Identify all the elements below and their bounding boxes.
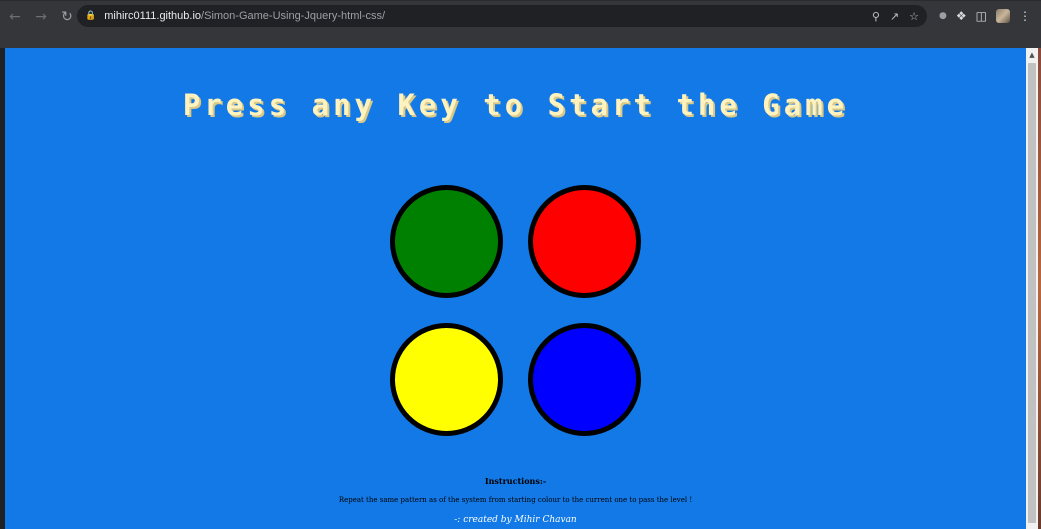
- share-icon[interactable]: ↗: [890, 10, 899, 23]
- star-icon[interactable]: ☆: [909, 10, 919, 23]
- blue-button[interactable]: [528, 323, 641, 436]
- url-path: /Simon-Game-Using-Jquery-html-css/: [201, 10, 386, 22]
- lock-icon[interactable]: 🔒: [85, 11, 96, 21]
- yellow-button[interactable]: [390, 323, 503, 436]
- address-bar[interactable]: 🔒 mihirc0111.github.io /Simon-Game-Using…: [77, 5, 927, 27]
- side-panel-icon[interactable]: ◫: [976, 9, 987, 23]
- scroll-up-arrow-icon[interactable]: ▲: [1026, 48, 1038, 62]
- reload-icon[interactable]: ↻: [56, 6, 78, 28]
- address-bar-actions: ⚲ ↗ ☆: [872, 5, 919, 27]
- green-button[interactable]: [390, 185, 503, 298]
- red-button[interactable]: [528, 185, 641, 298]
- zoom-icon[interactable]: ⚲: [872, 10, 880, 23]
- instructions-text: Repeat the same pattern as of the system…: [338, 496, 693, 504]
- puzzle-icon[interactable]: ❖: [956, 9, 967, 23]
- back-arrow-icon[interactable]: ←: [4, 6, 26, 28]
- credit-text: -: created by Mihir Chavan: [454, 515, 577, 525]
- scroll-thumb[interactable]: [1028, 63, 1036, 523]
- page-viewport: Press any Key to Start the Game Instruct…: [5, 48, 1026, 529]
- level-title: Press any Key to Start the Game: [182, 88, 849, 122]
- profile-avatar[interactable]: [996, 9, 1010, 23]
- url-host: mihirc0111.github.io: [104, 10, 202, 22]
- kebab-menu-icon[interactable]: ⋮: [1019, 9, 1031, 23]
- forward-arrow-icon[interactable]: →: [30, 6, 52, 28]
- vertical-scrollbar[interactable]: ▲: [1026, 48, 1038, 529]
- toolbar-bottom-strip: [0, 32, 1041, 48]
- browser-toolbar: ← → ↻ 🔒 mihirc0111.github.io /Simon-Game…: [0, 0, 1041, 32]
- extension-area: ● ❖ ◫ ⋮: [939, 5, 1031, 27]
- instructions-heading: Instructions:-: [484, 476, 547, 486]
- extension-bolt-icon[interactable]: ●: [939, 11, 947, 21]
